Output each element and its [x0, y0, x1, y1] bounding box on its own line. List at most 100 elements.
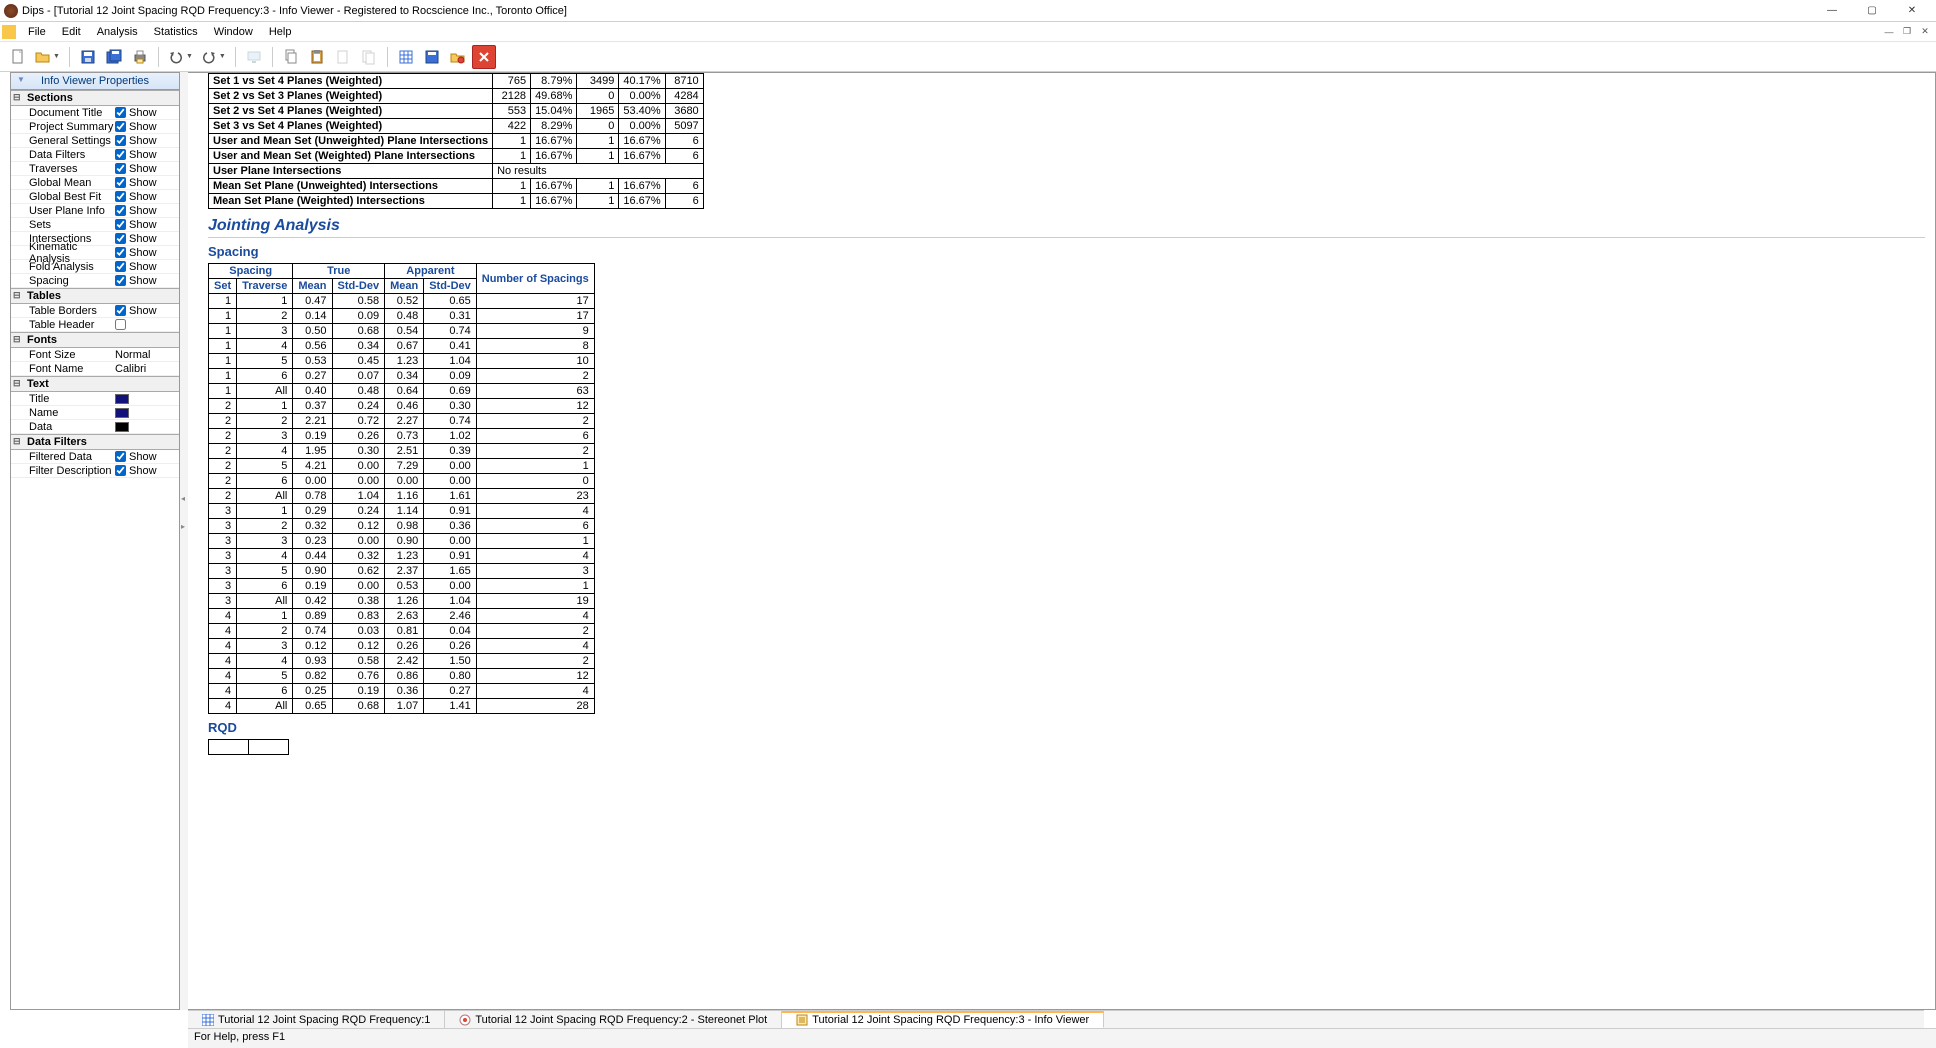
- table-row: 140.560.340.670.418: [209, 339, 595, 354]
- prop-section-kinematic-analysis: Kinematic AnalysisShow: [11, 246, 179, 260]
- window-title: Dips - [Tutorial 12 Joint Spacing RQD Fr…: [22, 5, 1812, 17]
- checkbox-global-best-fit[interactable]: [115, 191, 126, 202]
- section-sections[interactable]: Sections: [11, 90, 179, 106]
- table-row: Set 1 vs Set 4 Planes (Weighted)7658.79%…: [209, 74, 704, 89]
- redo-button[interactable]: [198, 45, 229, 69]
- checkbox-fold-analysis[interactable]: [115, 261, 126, 272]
- checkbox-sets[interactable]: [115, 219, 126, 230]
- table-row: 160.270.070.340.092: [209, 369, 595, 384]
- checkbox-traverses[interactable]: [115, 163, 126, 174]
- app-icon: [4, 4, 18, 18]
- save-all-button[interactable]: [102, 45, 126, 69]
- prop-section-user-plane-info: User Plane InfoShow: [11, 204, 179, 218]
- menu-analysis[interactable]: Analysis: [89, 24, 146, 40]
- open-button[interactable]: [32, 45, 63, 69]
- minimize-button[interactable]: —: [1812, 0, 1852, 22]
- table-row: 460.250.190.360.274: [209, 684, 595, 699]
- prop-section-global-best-fit: Global Best FitShow: [11, 190, 179, 204]
- table-row: 410.890.832.632.464: [209, 609, 595, 624]
- folder-tool-button[interactable]: [446, 45, 470, 69]
- mdi-restore-button[interactable]: ❐: [1898, 25, 1916, 39]
- color-swatch-name[interactable]: [115, 408, 129, 418]
- table-row: 222.210.722.270.742: [209, 414, 595, 429]
- checkbox-filter-desc[interactable]: [115, 465, 126, 476]
- table-row: Set 2 vs Set 3 Planes (Weighted)212849.6…: [209, 89, 704, 104]
- checkbox-filtered-data[interactable]: [115, 451, 126, 462]
- table-row: 430.120.120.260.264: [209, 639, 595, 654]
- table-row: Set 2 vs Set 4 Planes (Weighted)55315.04…: [209, 104, 704, 119]
- copy-button[interactable]: [279, 45, 303, 69]
- maximize-button[interactable]: ▢: [1852, 0, 1892, 22]
- jointing-heading: Jointing Analysis: [208, 217, 1925, 238]
- tab-3[interactable]: Tutorial 12 Joint Spacing RQD Frequency:…: [782, 1011, 1104, 1028]
- menu-window[interactable]: Window: [206, 24, 261, 40]
- menu-bar: File Edit Analysis Statistics Window Hel…: [0, 22, 1936, 42]
- menu-file[interactable]: File: [20, 24, 54, 40]
- intersections-table: Set 1 vs Set 4 Planes (Weighted)7658.79%…: [208, 73, 704, 209]
- prop-section-data-filters: Data FiltersShow: [11, 148, 179, 162]
- prop-section-document-title: Document TitleShow: [11, 106, 179, 120]
- stereonet-icon: [459, 1014, 471, 1026]
- checkbox-spacing[interactable]: [115, 275, 126, 286]
- tab-2[interactable]: Tutorial 12 Joint Spacing RQD Frequency:…: [445, 1011, 782, 1028]
- table-row: 310.290.241.140.914: [209, 504, 595, 519]
- checkbox-global-mean[interactable]: [115, 177, 126, 188]
- table-row: User and Mean Set (Weighted) Plane Inter…: [209, 149, 704, 164]
- menu-help[interactable]: Help: [261, 24, 300, 40]
- table-row: 254.210.007.290.001: [209, 459, 595, 474]
- prop-font-name: Font NameCalibri: [11, 362, 179, 376]
- table-row: 320.320.120.980.366: [209, 519, 595, 534]
- status-bar: For Help, press F1: [188, 1028, 1936, 1048]
- table-row: 330.230.000.900.001: [209, 534, 595, 549]
- paste-button[interactable]: [305, 45, 329, 69]
- checkbox-data-filters[interactable]: [115, 149, 126, 160]
- table-row: 2All0.781.041.161.6123: [209, 489, 595, 504]
- splitter[interactable]: [180, 72, 188, 1010]
- toolbar: [0, 42, 1936, 72]
- rqd-heading: RQD: [208, 720, 1925, 735]
- prop-section-global-mean: Global MeanShow: [11, 176, 179, 190]
- undo-button[interactable]: [165, 45, 196, 69]
- doc1-button[interactable]: [331, 45, 355, 69]
- sidebar-title: Info Viewer Properties: [11, 73, 179, 90]
- table-row: 120.140.090.480.3117: [209, 309, 595, 324]
- section-fonts[interactable]: Fonts: [11, 332, 179, 348]
- close-button[interactable]: ✕: [1892, 0, 1932, 22]
- table-row: 241.950.302.510.392: [209, 444, 595, 459]
- save-view-button[interactable]: [420, 45, 444, 69]
- new-button[interactable]: [6, 45, 30, 69]
- menu-edit[interactable]: Edit: [54, 24, 89, 40]
- mdi-minimize-button[interactable]: —: [1880, 25, 1898, 39]
- tab-1[interactable]: Tutorial 12 Joint Spacing RQD Frequency:…: [188, 1011, 445, 1028]
- table-row: Mean Set Plane (Weighted) Intersections1…: [209, 194, 704, 209]
- close-view-button[interactable]: [472, 45, 496, 69]
- monitor-button[interactable]: [242, 45, 266, 69]
- prop-filter-desc: Filter DescriptionShow: [11, 464, 179, 478]
- prop-section-sets: SetsShow: [11, 218, 179, 232]
- checkbox-user-plane-info[interactable]: [115, 205, 126, 216]
- prop-font-size: Font SizeNormal: [11, 348, 179, 362]
- checkbox-project-summary[interactable]: [115, 121, 126, 132]
- checkbox-table-header[interactable]: [115, 319, 126, 330]
- grid-button[interactable]: [394, 45, 418, 69]
- table-row: 260.000.000.000.000: [209, 474, 595, 489]
- section-tables[interactable]: Tables: [11, 288, 179, 304]
- checkbox-document-title[interactable]: [115, 107, 126, 118]
- color-swatch-data[interactable]: [115, 422, 129, 432]
- table-row: 210.370.240.460.3012: [209, 399, 595, 414]
- prop-text-title: Title: [11, 392, 179, 406]
- checkbox-general-settings[interactable]: [115, 135, 126, 146]
- checkbox-kinematic-analysis[interactable]: [115, 247, 126, 258]
- section-datafilters[interactable]: Data Filters: [11, 434, 179, 450]
- doc2-button[interactable]: [357, 45, 381, 69]
- section-text[interactable]: Text: [11, 376, 179, 392]
- menu-statistics[interactable]: Statistics: [146, 24, 206, 40]
- save-button[interactable]: [76, 45, 100, 69]
- rqd-table-partial: [208, 739, 289, 755]
- mdi-close-button[interactable]: ✕: [1916, 25, 1934, 39]
- checkbox-table-borders[interactable]: [115, 305, 126, 316]
- prop-section-spacing: SpacingShow: [11, 274, 179, 288]
- checkbox-intersections[interactable]: [115, 233, 126, 244]
- color-swatch-title[interactable]: [115, 394, 129, 404]
- print-button[interactable]: [128, 45, 152, 69]
